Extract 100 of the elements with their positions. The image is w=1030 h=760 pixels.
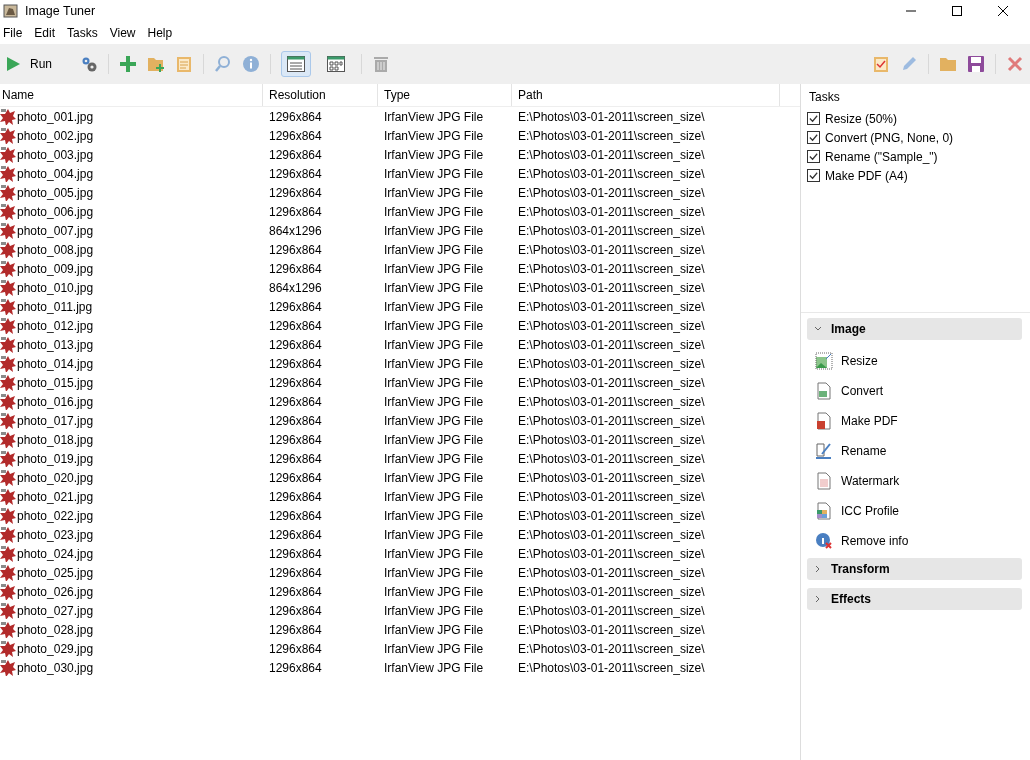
run-button[interactable]: Run: [6, 55, 56, 73]
menu-item[interactable]: View: [106, 26, 145, 40]
section-header[interactable]: Effects: [807, 588, 1022, 610]
table-cell-text: E:\Photos\03-01-2011\screen_size\: [517, 451, 706, 466]
file-name: photo_005.jpg: [17, 185, 94, 200]
column-header[interactable]: Type: [378, 84, 512, 106]
image-file-icon: [0, 241, 16, 258]
file-name: photo_017.jpg: [17, 413, 94, 428]
table-cell-text: E:\Photos\03-01-2011\screen_size\: [517, 299, 706, 314]
file-name: photo_030.jpg: [17, 660, 94, 675]
add-icon[interactable]: [119, 55, 137, 73]
column-header[interactable]: Resolution: [263, 84, 378, 106]
table-cell-text: E:\Photos\03-01-2011\screen_size\: [517, 489, 706, 504]
file-name: photo_022.jpg: [17, 508, 94, 523]
table-cell-text: 1296x864: [268, 318, 323, 333]
table-cell-text: E:\Photos\03-01-2011\screen_size\: [517, 375, 706, 390]
image-file-icon: [0, 431, 16, 448]
column-header[interactable]: Name: [0, 84, 263, 106]
window-title: Image Tuner: [25, 4, 96, 18]
image-file-icon: [0, 545, 16, 562]
image-file-icon: [0, 279, 16, 296]
table-cell-text: 1296x864: [268, 261, 323, 276]
checkbox[interactable]: [807, 150, 820, 163]
image-file-icon: [0, 469, 16, 486]
file-name: photo_002.jpg: [17, 128, 94, 143]
table-cell-text: IrfanView JPG File: [383, 166, 485, 181]
table-cell-text: IrfanView JPG File: [383, 204, 485, 219]
image-file-icon: [0, 412, 16, 429]
clipboard-icon[interactable]: [175, 55, 193, 73]
resize-image-icon: [815, 352, 833, 370]
column-header[interactable]: Path: [512, 84, 780, 106]
file-name: photo_006.jpg: [17, 204, 94, 219]
save-icon[interactable]: [967, 55, 985, 73]
app-icon: [3, 3, 19, 19]
table-cell-text: E:\Photos\03-01-2011\screen_size\: [517, 527, 706, 542]
table-cell-text: 1296x864: [268, 641, 323, 656]
menu-item[interactable]: Edit: [31, 26, 65, 40]
file-name: photo_016.jpg: [17, 394, 94, 409]
info-icon[interactable]: [242, 55, 260, 73]
table-cell-text: IrfanView JPG File: [383, 603, 485, 618]
file-name: photo_010.jpg: [17, 280, 94, 295]
image-file-icon: [815, 382, 833, 400]
table-cell-text: 1296x864: [268, 185, 323, 200]
menu-item[interactable]: File: [0, 26, 32, 40]
file-name: photo_024.jpg: [17, 546, 94, 561]
image-file-icon: [0, 317, 16, 334]
table-cell-text: E:\Photos\03-01-2011\screen_size\: [517, 223, 706, 238]
section-header[interactable]: Transform: [807, 558, 1022, 580]
menu-item[interactable]: Tasks: [64, 26, 107, 40]
menu-item[interactable]: Help: [144, 26, 182, 40]
table-cell-text: E:\Photos\03-01-2011\screen_size\: [517, 166, 706, 181]
image-file-icon: [0, 127, 16, 144]
checkbox[interactable]: [807, 169, 820, 182]
task-label[interactable]: Resize (50%): [825, 111, 898, 126]
table-cell-text: 1296x864: [268, 299, 323, 314]
table-cell-text: 1296x864: [268, 432, 323, 447]
play-icon: [6, 57, 20, 71]
checkbox[interactable]: [807, 131, 820, 144]
table-cell-text: IrfanView JPG File: [383, 508, 485, 523]
image-file-icon: [0, 260, 16, 277]
list-view-icon: [287, 56, 305, 72]
table-cell-text: 1296x864: [268, 242, 323, 257]
table-cell-text: 1296x864: [268, 337, 323, 352]
table-cell-text: IrfanView JPG File: [383, 565, 485, 580]
image-file-icon: [0, 450, 16, 467]
table-cell-text: E:\Photos\03-01-2011\screen_size\: [517, 394, 706, 409]
image-file-icon: [0, 393, 16, 410]
file-name: photo_009.jpg: [17, 261, 94, 276]
table-cell-text: 1296x864: [268, 147, 323, 162]
pdf-file-icon: [815, 412, 833, 430]
file-name: photo_023.jpg: [17, 527, 94, 542]
table-cell-text: 1296x864: [268, 565, 323, 580]
table-cell-text: E:\Photos\03-01-2011\screen_size\: [517, 660, 706, 675]
section-header[interactable]: Image: [807, 318, 1022, 340]
clipboard-check-icon[interactable]: [872, 55, 890, 73]
image-file-icon: [0, 583, 16, 600]
table-cell-text: 1296x864: [268, 375, 323, 390]
table-cell-text: IrfanView JPG File: [383, 470, 485, 485]
file-name: photo_014.jpg: [17, 356, 94, 371]
trash-icon[interactable]: [372, 55, 390, 73]
table-cell-text: IrfanView JPG File: [383, 641, 485, 656]
list-view-button[interactable]: [281, 51, 311, 77]
table-cell-text: E:\Photos\03-01-2011\screen_size\: [517, 128, 706, 143]
info-remove-icon: [815, 532, 833, 550]
table-cell-text: 1296x864: [268, 413, 323, 428]
task-label[interactable]: Rename ("Sample_"): [825, 149, 938, 164]
checkbox[interactable]: [807, 112, 820, 125]
folder-add-icon[interactable]: [147, 55, 165, 73]
image-file-icon: [0, 621, 16, 638]
task-label[interactable]: Make PDF (A4): [825, 168, 908, 183]
maximize-icon[interactable]: [952, 6, 962, 16]
gears-icon[interactable]: [80, 55, 98, 73]
image-file-icon: [0, 165, 16, 182]
file-name: photo_007.jpg: [17, 223, 94, 238]
image-file-icon: [0, 374, 16, 391]
task-label[interactable]: Convert (PNG, None, 0): [825, 130, 954, 145]
table-cell-text: IrfanView JPG File: [383, 280, 485, 295]
close-icon[interactable]: [998, 6, 1008, 16]
file-name: photo_011.jpg: [17, 299, 93, 314]
file-name: photo_001.jpg: [17, 109, 94, 124]
